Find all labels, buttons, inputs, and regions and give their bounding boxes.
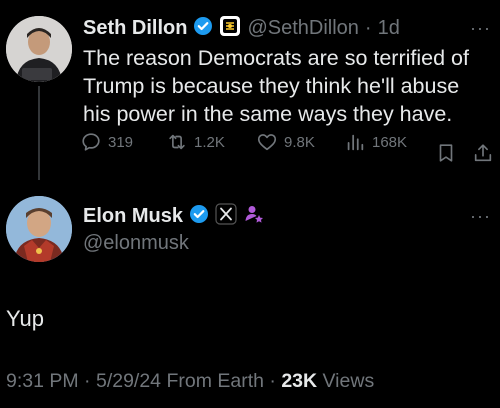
separator-dot: · <box>84 370 91 392</box>
tweet-time[interactable]: 1d <box>378 17 400 40</box>
person-avatar-icon <box>6 196 72 262</box>
thread-line <box>38 86 40 180</box>
quoted-tweet-header: Seth Dillon @SethDillon · 1d <box>83 15 400 42</box>
tweet-source: From Earth <box>166 370 264 392</box>
more-options-icon[interactable]: ··· <box>470 18 491 39</box>
x-affiliate-icon[interactable] <box>215 203 237 230</box>
quoted-tweet-text: The reason Democrats are so terrified of… <box>83 44 493 128</box>
reply-count: 319 <box>108 133 134 151</box>
heart-icon <box>257 134 277 151</box>
avatar-seth-dillon[interactable] <box>6 16 72 82</box>
tweet-time[interactable]: 9:31 PM <box>6 370 79 392</box>
views-count[interactable]: 23K <box>281 370 317 392</box>
like-button[interactable]: 9.8K <box>256 131 315 153</box>
views-count: 168K <box>372 133 408 151</box>
like-count: 9.8K <box>284 133 315 151</box>
government-affiliate-icon[interactable] <box>243 203 265 230</box>
main-tweet-header: Elon Musk <box>83 203 265 230</box>
author-name[interactable]: Seth Dillon <box>83 17 187 40</box>
tweet-text-line: his power in the same ways they have. <box>83 102 453 126</box>
repost-icon <box>169 134 185 150</box>
share-icon <box>474 144 492 162</box>
tweet-text-line: The reason Democrats are so terrified of <box>83 46 469 70</box>
author-handle[interactable]: @SethDillon <box>247 17 358 40</box>
person-avatar-icon <box>6 16 72 82</box>
tweet-date[interactable]: 5/29/24 <box>96 370 161 392</box>
views-chart-icon <box>347 134 364 151</box>
verified-badge-icon <box>189 204 209 229</box>
separator-dot: · <box>269 370 276 392</box>
avatar-elon-musk[interactable] <box>6 196 72 262</box>
views-label: Views <box>322 370 375 392</box>
author-name[interactable]: Elon Musk <box>83 205 183 228</box>
repost-button[interactable]: 1.2K <box>166 131 225 153</box>
reply-icon <box>82 133 100 151</box>
separator-dot: · <box>364 17 372 39</box>
bookmark-icon <box>439 144 453 162</box>
share-button[interactable] <box>472 142 494 168</box>
main-tweet-text: Yup <box>6 306 44 331</box>
babylon-bee-affiliate-icon[interactable] <box>219 15 241 42</box>
verified-badge-icon <box>193 16 213 41</box>
views-button[interactable]: 168K <box>344 131 407 153</box>
tweet-meta: 9:31 PM · 5/29/24 From Earth · 23K Views <box>6 370 374 393</box>
reply-button[interactable]: 319 <box>80 131 133 153</box>
bookmark-button[interactable] <box>435 142 457 168</box>
more-options-icon[interactable]: ··· <box>470 206 491 227</box>
repost-count: 1.2K <box>194 133 225 151</box>
author-handle[interactable]: @elonmusk <box>83 232 189 255</box>
tweet-text-line: Trump is because they think he'll abuse <box>83 74 460 98</box>
